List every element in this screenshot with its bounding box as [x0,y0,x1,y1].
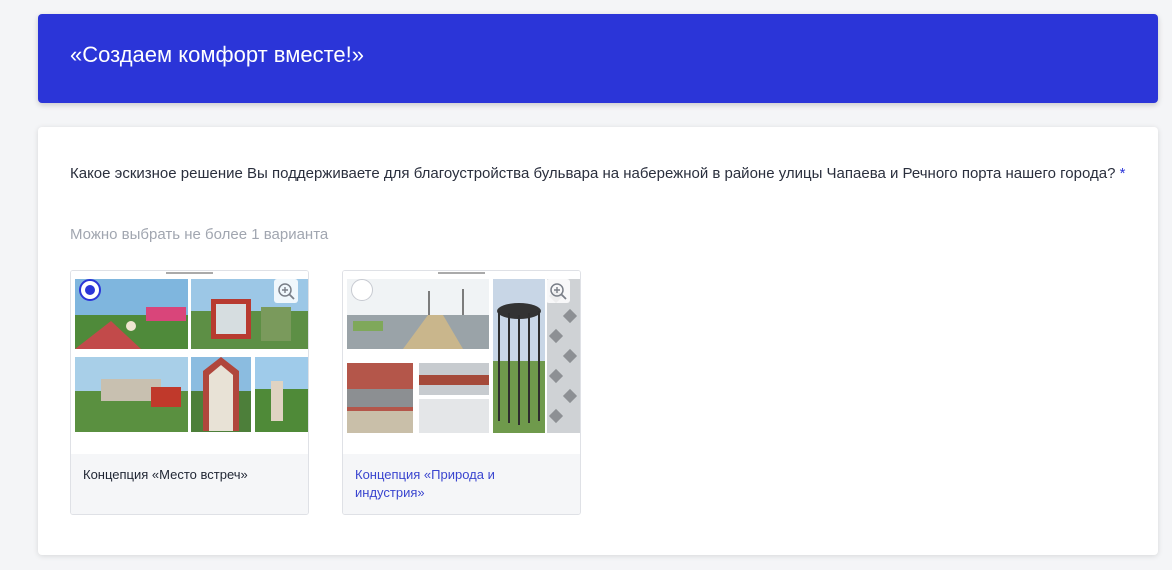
option-card-meeting-place[interactable]: Концепция «Место встреч» [70,270,309,515]
question-card: Какое эскизное решение Вы поддерживаете … [38,127,1158,555]
zoom-in-icon[interactable] [274,279,298,303]
option-card-nature-industry[interactable]: Концепция «Природа и индустрия» [342,270,581,515]
option-radio-selected[interactable] [79,279,101,301]
selection-hint: Можно выбрать не более 1 варианта [70,226,329,243]
option-label[interactable]: Концепция «Природа и индустрия» [343,454,580,514]
option-image-nature-industry[interactable] [343,271,580,454]
question-label: Какое эскизное решение Вы поддерживаете … [70,165,1116,182]
option-image-meeting-place[interactable] [71,271,308,454]
option-radio-unselected[interactable] [351,279,373,301]
zoom-in-icon[interactable] [546,279,570,303]
survey-header: «Создаем комфорт вместе!» [38,14,1158,103]
required-mark: * [1119,165,1126,182]
survey-title: «Создаем комфорт вместе!» [70,42,364,67]
question-text: Какое эскизное решение Вы поддерживаете … [70,163,1130,185]
option-label[interactable]: Концепция «Место встреч» [71,454,308,514]
